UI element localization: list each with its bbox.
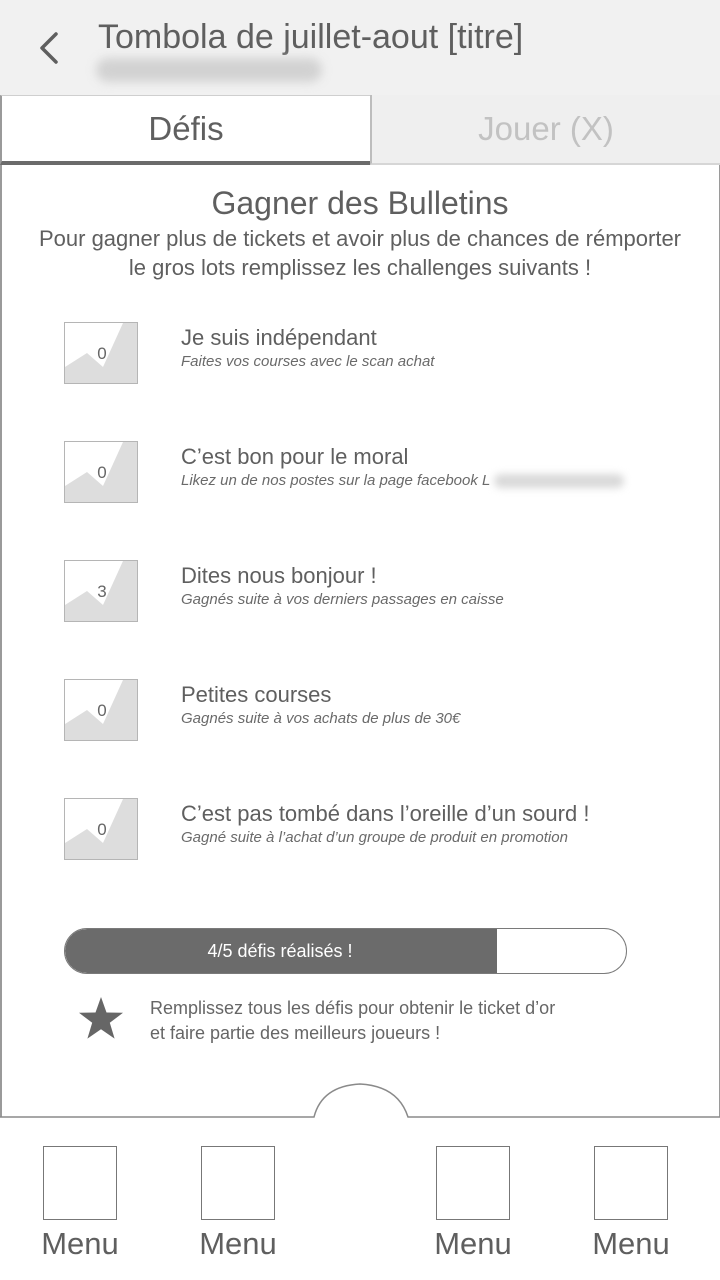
section-title: Gagner des Bulletins <box>211 185 509 221</box>
blurred-subtitle <box>96 58 322 82</box>
nav-label: Menu <box>199 1226 277 1261</box>
challenge-subtitle: Likez un de nos postes sur la page faceb… <box>181 472 491 489</box>
challenge-item[interactable]: 0 C’est bon pour le moral Likez un de no… <box>64 441 684 503</box>
nav-menu-2[interactable]: Menu <box>193 1146 283 1262</box>
challenge-item[interactable]: 3 Dites nous bonjour ! Gagnés suite à vo… <box>64 560 684 622</box>
challenge-thumbnail: 0 <box>64 322 138 384</box>
menu-icon <box>201 1146 275 1220</box>
challenge-title: Dites nous bonjour ! <box>181 563 377 588</box>
back-button[interactable] <box>34 28 68 68</box>
challenge-title: Petites courses <box>181 682 332 707</box>
challenge-item[interactable]: 0 C’est pas tombé dans l’oreille d’un so… <box>64 798 684 860</box>
challenge-count: 0 <box>97 820 107 839</box>
nav-menu-3[interactable]: Menu <box>428 1146 518 1262</box>
challenge-subtitle: Faites vos courses avec le scan achat <box>181 353 435 370</box>
bottom-navigation: Menu Menu Menu Menu <box>0 1080 720 1280</box>
challenge-subtitle: Gagné suite à l’achat d’un groupe de pro… <box>181 829 568 846</box>
nav-label: Menu <box>41 1226 119 1261</box>
nav-label: Menu <box>434 1226 512 1261</box>
gold-ticket-line-1: Remplissez tous les défis pour obtenir l… <box>150 998 556 1018</box>
nav-top-border <box>0 1083 720 1118</box>
challenge-count: 3 <box>97 582 107 601</box>
blurred-page-name <box>494 474 625 489</box>
menu-icon <box>436 1146 510 1220</box>
tab-bar: Défis Jouer (X) <box>0 95 720 165</box>
challenge-title: C’est bon pour le moral <box>181 444 409 469</box>
challenge-thumbnail: 0 <box>64 441 138 503</box>
challenge-item[interactable]: 0 Petites courses Gagnés suite à vos ach… <box>64 679 684 741</box>
challenge-item[interactable]: 0 Je suis indépendant Faites vos courses… <box>64 322 684 384</box>
challenge-title: C’est pas tombé dans l’oreille d’un sour… <box>181 801 590 826</box>
gold-ticket-line-2: et faire partie des meilleurs joueurs ! <box>150 1023 441 1043</box>
nav-label: Menu <box>592 1226 670 1261</box>
menu-icon <box>43 1146 117 1220</box>
frame-border-left <box>0 165 2 1117</box>
challenge-thumbnail: 3 <box>64 560 138 622</box>
nav-menu-4[interactable]: Menu <box>586 1146 676 1262</box>
progress-label: 4/5 défis réalisés ! <box>207 940 353 961</box>
challenge-thumbnail: 0 <box>64 798 138 860</box>
challenges-progress-bar: 4/5 défis réalisés ! <box>64 928 627 974</box>
challenge-count: 0 <box>97 701 107 720</box>
challenge-subtitle-row: Likez un de nos postes sur la page faceb… <box>181 472 625 489</box>
challenge-subtitle: Gagnés suite à vos achats de plus de 30€ <box>181 710 461 727</box>
challenge-subtitle: Gagnés suite à vos derniers passages en … <box>181 591 504 608</box>
menu-icon <box>594 1146 668 1220</box>
challenge-count: 0 <box>97 463 107 482</box>
star-icon <box>79 997 123 1039</box>
section-description: Pour gagner plus de tickets et avoir plu… <box>38 226 682 280</box>
challenge-title: Je suis indépendant <box>181 325 377 350</box>
page-title: Tombola de juillet-aout [titre] <box>98 18 524 56</box>
app-header: Tombola de juillet-aout [titre] <box>0 0 720 95</box>
chevron-left-icon <box>40 32 58 64</box>
tab-defis[interactable]: Défis <box>0 95 370 165</box>
challenge-count: 0 <box>97 344 107 363</box>
gold-ticket-info: Remplissez tous les défis pour obtenir l… <box>150 996 650 1046</box>
tab-jouer[interactable]: Jouer (X) <box>370 95 720 165</box>
nav-menu-1[interactable]: Menu <box>35 1146 125 1262</box>
challenge-thumbnail: 0 <box>64 679 138 741</box>
